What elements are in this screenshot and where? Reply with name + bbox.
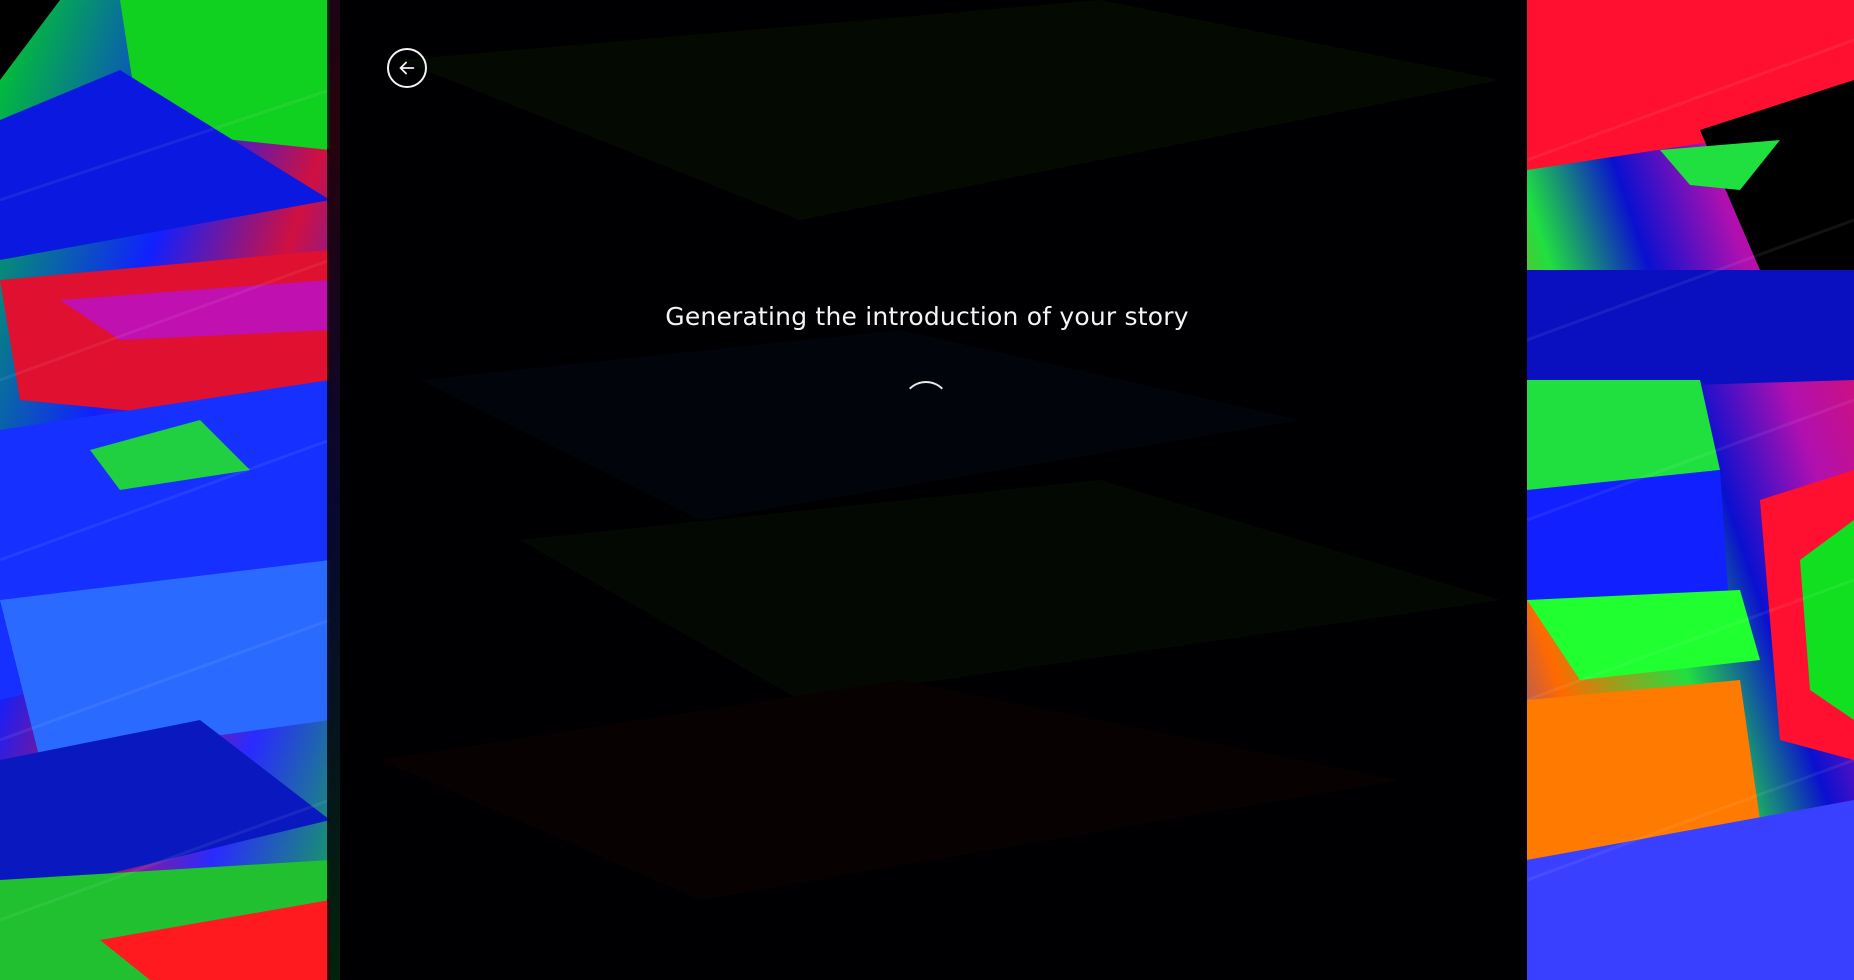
loading-spinner <box>902 381 950 429</box>
app-stage: Generating the introduction of your stor… <box>0 0 1854 980</box>
loading-message: Generating the introduction of your stor… <box>665 302 1189 331</box>
content-overlay-panel <box>327 0 1527 980</box>
arrow-left-icon <box>399 61 415 75</box>
back-button[interactable] <box>387 48 427 88</box>
